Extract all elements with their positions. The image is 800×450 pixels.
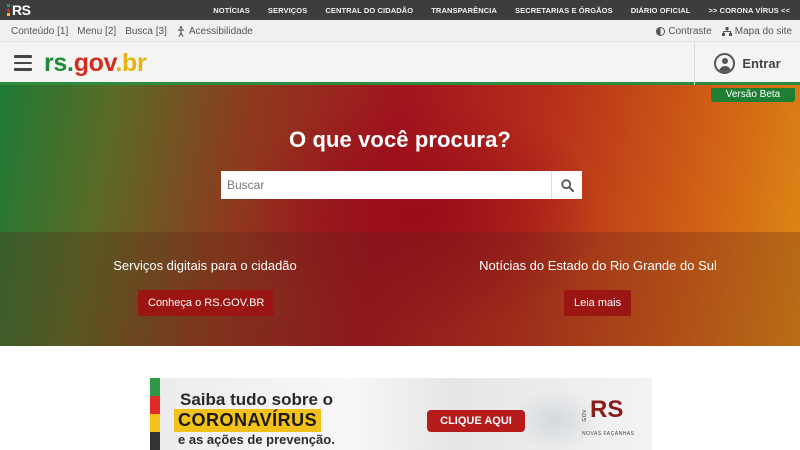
skip-to-menu-link[interactable]: Menu [2]	[77, 26, 116, 37]
skip-to-search-link[interactable]: Busca [3]	[125, 26, 167, 37]
search-icon	[560, 178, 574, 192]
accessibility-bar: Conteúdo [1] Menu [2] Busca [3] Acessibi…	[0, 20, 800, 42]
news-button[interactable]: Leia mais	[564, 290, 632, 316]
logo-part-br: .br	[115, 49, 147, 77]
nav-link-central-cidadao[interactable]: CENTRAL DO CIDADÃO	[325, 6, 413, 15]
banner-line3: e as ações de prevenção.	[178, 432, 335, 447]
flag-stripe	[150, 378, 160, 450]
search-button[interactable]	[551, 171, 582, 199]
logo-gov-text: GOV	[582, 409, 588, 422]
accessibility-icon	[177, 25, 184, 37]
logo-slogan: NOVAS FAÇANHAS	[582, 431, 635, 437]
news-title: Notícias do Estado do Rio Grande do Sul	[479, 258, 717, 273]
logo-part-rs: rs.	[44, 49, 74, 77]
banner-cta-button[interactable]: CLIQUE AQUI	[427, 410, 525, 432]
hero-section: O que você procura? Serviços digitais pa…	[0, 85, 800, 346]
contrast-toggle[interactable]: Contraste	[656, 25, 712, 37]
hero-title: O que você procura?	[289, 127, 511, 152]
beta-badge: Versão Beta	[711, 88, 795, 102]
hamburger-menu-icon[interactable]	[14, 55, 32, 71]
rs-government-logo[interactable]: RS	[7, 2, 31, 18]
sitemap-link[interactable]: Mapa do site	[721, 25, 792, 37]
site-logo[interactable]: rs.gov.br	[44, 48, 147, 78]
nav-link-diario-oficial[interactable]: DIÁRIO OFICIAL	[631, 6, 691, 15]
government-top-bar: RS NOTÍCIAS SERVIÇOS CENTRAL DO CIDADÃO …	[0, 0, 800, 20]
news-block: Notícias do Estado do Rio Grande do Sul …	[398, 232, 798, 346]
site-header: rs.gov.br Entrar	[0, 42, 800, 85]
nav-link-noticias[interactable]: NOTÍCIAS	[213, 6, 250, 15]
nav-link-corona-virus[interactable]: >> CORONA VÍRUS <<	[708, 6, 790, 15]
nav-link-servicos[interactable]: SERVIÇOS	[268, 6, 307, 15]
gov-rs-logo: GOV RS	[582, 396, 624, 423]
user-icon	[714, 53, 736, 74]
logo-rs-text: RS	[590, 396, 624, 423]
coronavirus-banner[interactable]: Saiba tudo sobre o CORONAVÍRUS e as açõe…	[150, 378, 652, 450]
services-title: Serviços digitais para o cidadão	[113, 258, 297, 273]
government-nav: NOTÍCIAS SERVIÇOS CENTRAL DO CIDADÃO TRA…	[195, 0, 790, 20]
features-band: Serviços digitais para o cidadão Conheça…	[0, 232, 800, 346]
banner-line2: CORONAVÍRUS	[174, 409, 322, 432]
accessibility-link[interactable]: Acessibilidade	[176, 26, 262, 37]
sitemap-label: Mapa do site	[734, 25, 792, 37]
flag-dots-icon	[7, 4, 11, 16]
skip-to-content-link[interactable]: Conteúdo [1]	[11, 26, 68, 37]
search-box	[221, 171, 582, 199]
services-block: Serviços digitais para o cidadão Conheça…	[5, 232, 405, 346]
contrast-icon	[656, 26, 666, 36]
login-label: Entrar	[742, 56, 781, 71]
services-button[interactable]: Conheça o RS.GOV.BR	[138, 290, 275, 316]
logo-part-gov: gov	[73, 49, 116, 77]
nav-link-transparencia[interactable]: TRANSPARÊNCIA	[431, 6, 497, 15]
rs-logo-text: RS	[12, 2, 31, 18]
contrast-label: Contraste	[668, 25, 712, 37]
banner-line1: Saiba tudo sobre o	[180, 390, 334, 409]
nav-link-secretarias[interactable]: SECRETARIAS E ÓRGÃOS	[515, 6, 613, 15]
accessibility-label: Acessibilidade	[188, 25, 253, 37]
search-input[interactable]	[221, 171, 551, 199]
sitemap-icon	[721, 26, 732, 36]
login-button[interactable]: Entrar	[694, 42, 800, 85]
